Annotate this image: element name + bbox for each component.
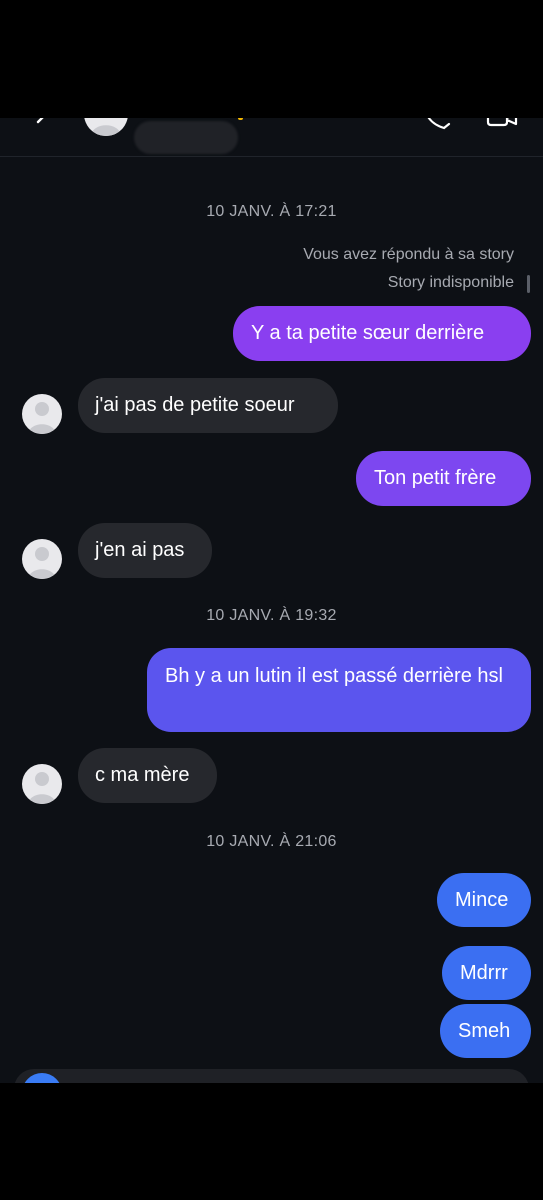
default-avatar-icon [28,547,56,579]
message-bubble-outgoing[interactable]: Bh y a un lutin il est passé derrière hs… [147,648,531,732]
status-indicator [238,118,243,120]
message-bubble-outgoing[interactable]: Ton petit frère [356,451,531,506]
chat-header [0,118,543,157]
contact-name-redacted[interactable] [134,121,238,154]
contact-avatar-small[interactable] [22,764,62,804]
message-bubble-outgoing[interactable]: Mdrrr [442,946,531,1000]
message-bubble-outgoing[interactable]: Smeh [440,1004,531,1058]
message-bubble-outgoing[interactable]: Y a ta petite sœur derrière [233,306,531,361]
message-bubble-outgoing[interactable]: Mince [437,873,531,927]
timestamp: 10 JANV. À 17:21 [206,203,337,220]
message-bubble-incoming[interactable]: j'ai pas de petite soeur [78,378,338,433]
phone-icon[interactable] [420,118,454,134]
default-avatar-icon [90,125,122,136]
message-composer[interactable] [14,1069,529,1083]
story-unavailable-note[interactable]: Story indisponible [388,274,514,292]
message-bubble-incoming[interactable]: j'en ai pas [78,523,212,578]
timestamp: 10 JANV. À 19:32 [206,607,337,624]
top-black-band [0,0,543,118]
chat-screen: 10 JANV. À 17:21 Vous avez répondu à sa … [0,118,543,1083]
story-reply-note: Vous avez répondu à sa story [303,246,514,263]
timestamp: 10 JANV. À 21:06 [206,833,337,850]
default-avatar-icon [28,402,56,434]
chevron-left-icon[interactable] [30,118,54,134]
default-avatar-icon [28,772,56,804]
message-bubble-incoming[interactable]: c ma mère [78,748,217,803]
contact-avatar[interactable] [84,118,128,136]
bottom-black-band [0,1083,543,1200]
story-reply-bar [527,275,530,293]
video-camera-icon[interactable] [484,118,524,134]
contact-avatar-small[interactable] [22,539,62,579]
contact-avatar-small[interactable] [22,394,62,434]
